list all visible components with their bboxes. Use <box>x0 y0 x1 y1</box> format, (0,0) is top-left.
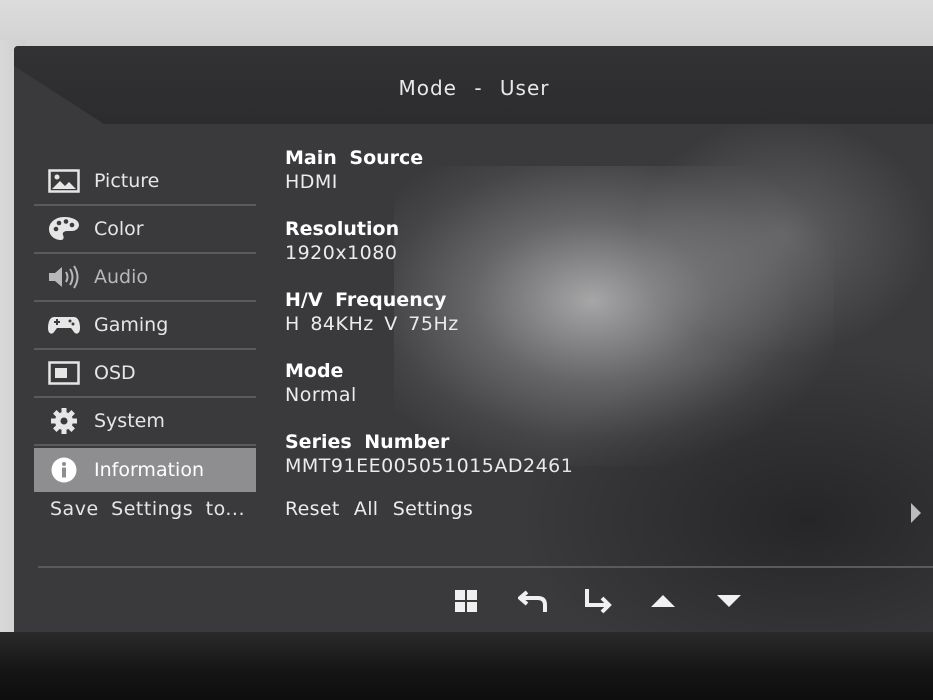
osd-panel: Mode - User Picture Color Audio Gaming O… <box>14 46 933 636</box>
resolution-field: Resolution 1920x1080 <box>285 217 573 288</box>
series-number-field: Series Number MMT91EE005051015AD2461 <box>285 430 573 501</box>
gear-icon <box>46 408 82 434</box>
sidebar-item-system[interactable]: System <box>34 398 256 446</box>
picture-icon <box>46 168 82 194</box>
sidebar-item-picture[interactable]: Picture <box>34 158 256 206</box>
osd-title: Mode - User <box>398 76 550 100</box>
chevron-right-icon[interactable] <box>910 502 922 528</box>
speaker-icon <box>46 264 82 290</box>
sidebar-item-label: OSD <box>94 362 136 384</box>
enter-icon[interactable] <box>581 586 615 616</box>
sidebar-item-information[interactable]: Information <box>34 448 256 492</box>
field-value: 1920x1080 <box>285 242 398 264</box>
sidebar-item-osd[interactable]: OSD <box>34 350 256 398</box>
down-arrow-icon[interactable] <box>714 586 744 616</box>
sidebar-item-label: Picture <box>94 170 160 192</box>
sidebar-item-gaming[interactable]: Gaming <box>34 302 256 350</box>
back-icon[interactable] <box>516 586 550 616</box>
sidebar-item-label: Information <box>94 459 204 481</box>
sidebar-item-color[interactable]: Color <box>34 206 256 254</box>
gamepad-icon <box>46 312 82 338</box>
screen-glare-secondary <box>634 116 933 356</box>
field-value: H 84KHz V 75Hz <box>285 313 459 335</box>
menu-grid-icon[interactable] <box>451 586 481 616</box>
osd-window-icon <box>46 360 82 386</box>
sidebar-item-audio[interactable]: Audio <box>34 254 256 302</box>
hv-frequency-field: H/V Frequency H 84KHz V 75Hz <box>285 288 573 359</box>
field-label: Main Source <box>285 147 424 169</box>
reset-all-settings-item[interactable]: Reset All Settings <box>285 498 473 520</box>
sidebar-item-label: System <box>94 410 165 432</box>
mode-field: Mode Normal <box>285 359 573 430</box>
bottom-divider <box>38 566 933 568</box>
sidebar-item-label: Audio <box>94 266 149 288</box>
palette-icon <box>46 216 82 242</box>
sidebar-menu: Picture Color Audio Gaming OSD System In… <box>34 158 256 492</box>
up-arrow-icon[interactable] <box>648 586 678 616</box>
main-source-field: Main Source HDMI <box>285 146 573 217</box>
field-value: HDMI <box>285 171 338 193</box>
field-value: Normal <box>285 384 357 406</box>
field-label: H/V Frequency <box>285 289 447 311</box>
information-panel: Main Source HDMI Resolution 1920x1080 H/… <box>285 146 573 501</box>
field-label: Mode <box>285 360 344 382</box>
sidebar-item-label: Gaming <box>94 314 169 336</box>
field-label: Series Number <box>285 431 450 453</box>
field-label: Resolution <box>285 218 400 240</box>
monitor-bezel <box>0 632 933 700</box>
save-settings-item[interactable]: Save Settings to... <box>50 498 245 520</box>
info-icon <box>46 457 82 483</box>
sidebar-item-label: Color <box>94 218 144 240</box>
field-value: MMT91EE005051015AD2461 <box>285 455 574 477</box>
